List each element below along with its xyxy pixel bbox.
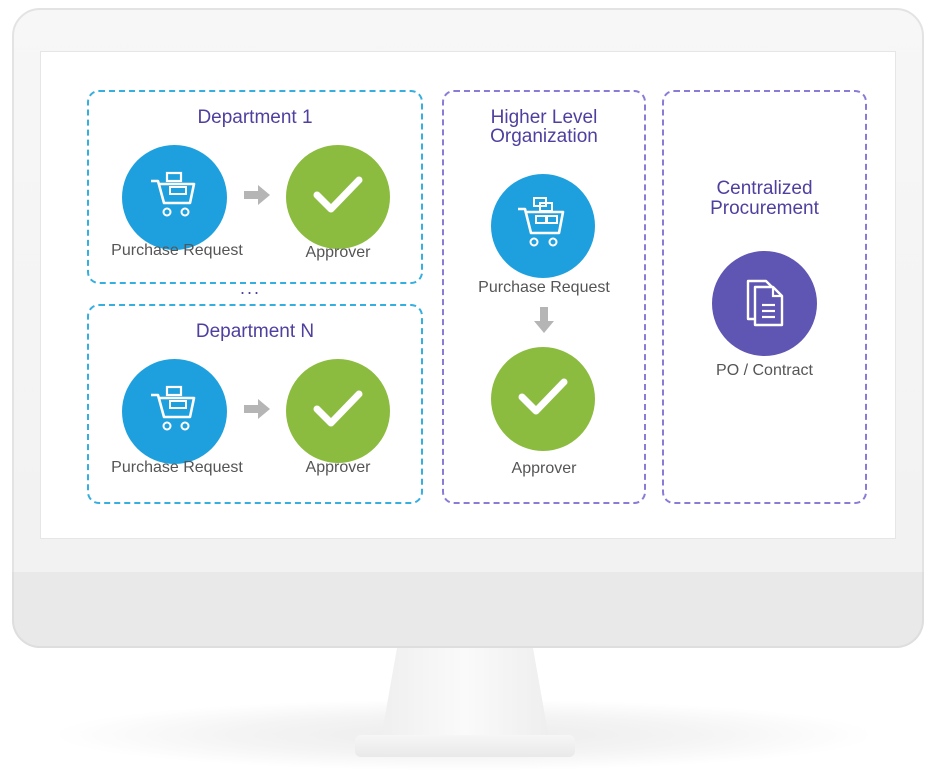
department-1-group: Department 1 Purchase Request Approver xyxy=(87,90,423,284)
monitor-chin xyxy=(12,572,924,648)
department-n-group: Department N Purchase Request Approver xyxy=(87,304,423,504)
checkmark-icon xyxy=(312,175,364,220)
approver-label: Approver xyxy=(305,459,371,476)
purchase-request-node xyxy=(122,145,227,250)
department-1-title: Department 1 xyxy=(197,107,313,128)
document-icon xyxy=(741,273,789,334)
higher-level-organization-group: Higher Level Organization Purchase Reque… xyxy=(442,90,646,504)
approver-label: Approver xyxy=(305,244,371,261)
approver-label: Approver xyxy=(511,460,577,477)
approver-node xyxy=(491,347,595,451)
cart-icon xyxy=(512,195,574,258)
approver-node xyxy=(286,145,390,249)
centralized-title-line2: Procurement xyxy=(710,198,819,219)
approver-node xyxy=(286,359,390,463)
purchase-request-node xyxy=(491,174,595,278)
purchase-request-label: Purchase Request xyxy=(478,279,610,296)
cart-icon xyxy=(145,381,205,442)
monitor-screen: Department 1 Purchase Request Approver .… xyxy=(40,51,896,539)
arrow-down-icon xyxy=(533,307,555,338)
cart-icon xyxy=(145,167,205,228)
po-contract-label: PO / Contract xyxy=(716,362,813,379)
ellipsis: ... xyxy=(240,278,262,298)
higher-level-title-line2: Organization xyxy=(490,126,598,147)
department-n-title: Department N xyxy=(195,321,315,342)
centralized-title-line1: Centralized xyxy=(716,178,813,199)
centralized-procurement-group: Centralized Procurement PO / Contract xyxy=(662,90,867,504)
po-contract-node xyxy=(712,251,817,356)
purchase-request-node xyxy=(122,359,227,464)
purchase-request-label: Purchase Request xyxy=(111,242,243,259)
checkmark-icon xyxy=(312,389,364,434)
checkmark-icon xyxy=(517,377,569,422)
monitor-base xyxy=(355,735,575,757)
purchase-request-label: Purchase Request xyxy=(111,459,243,476)
monitor-stand xyxy=(380,648,550,744)
higher-level-title-line1: Higher Level xyxy=(490,107,598,128)
arrow-right-icon xyxy=(244,398,270,425)
arrow-right-icon xyxy=(244,184,270,211)
